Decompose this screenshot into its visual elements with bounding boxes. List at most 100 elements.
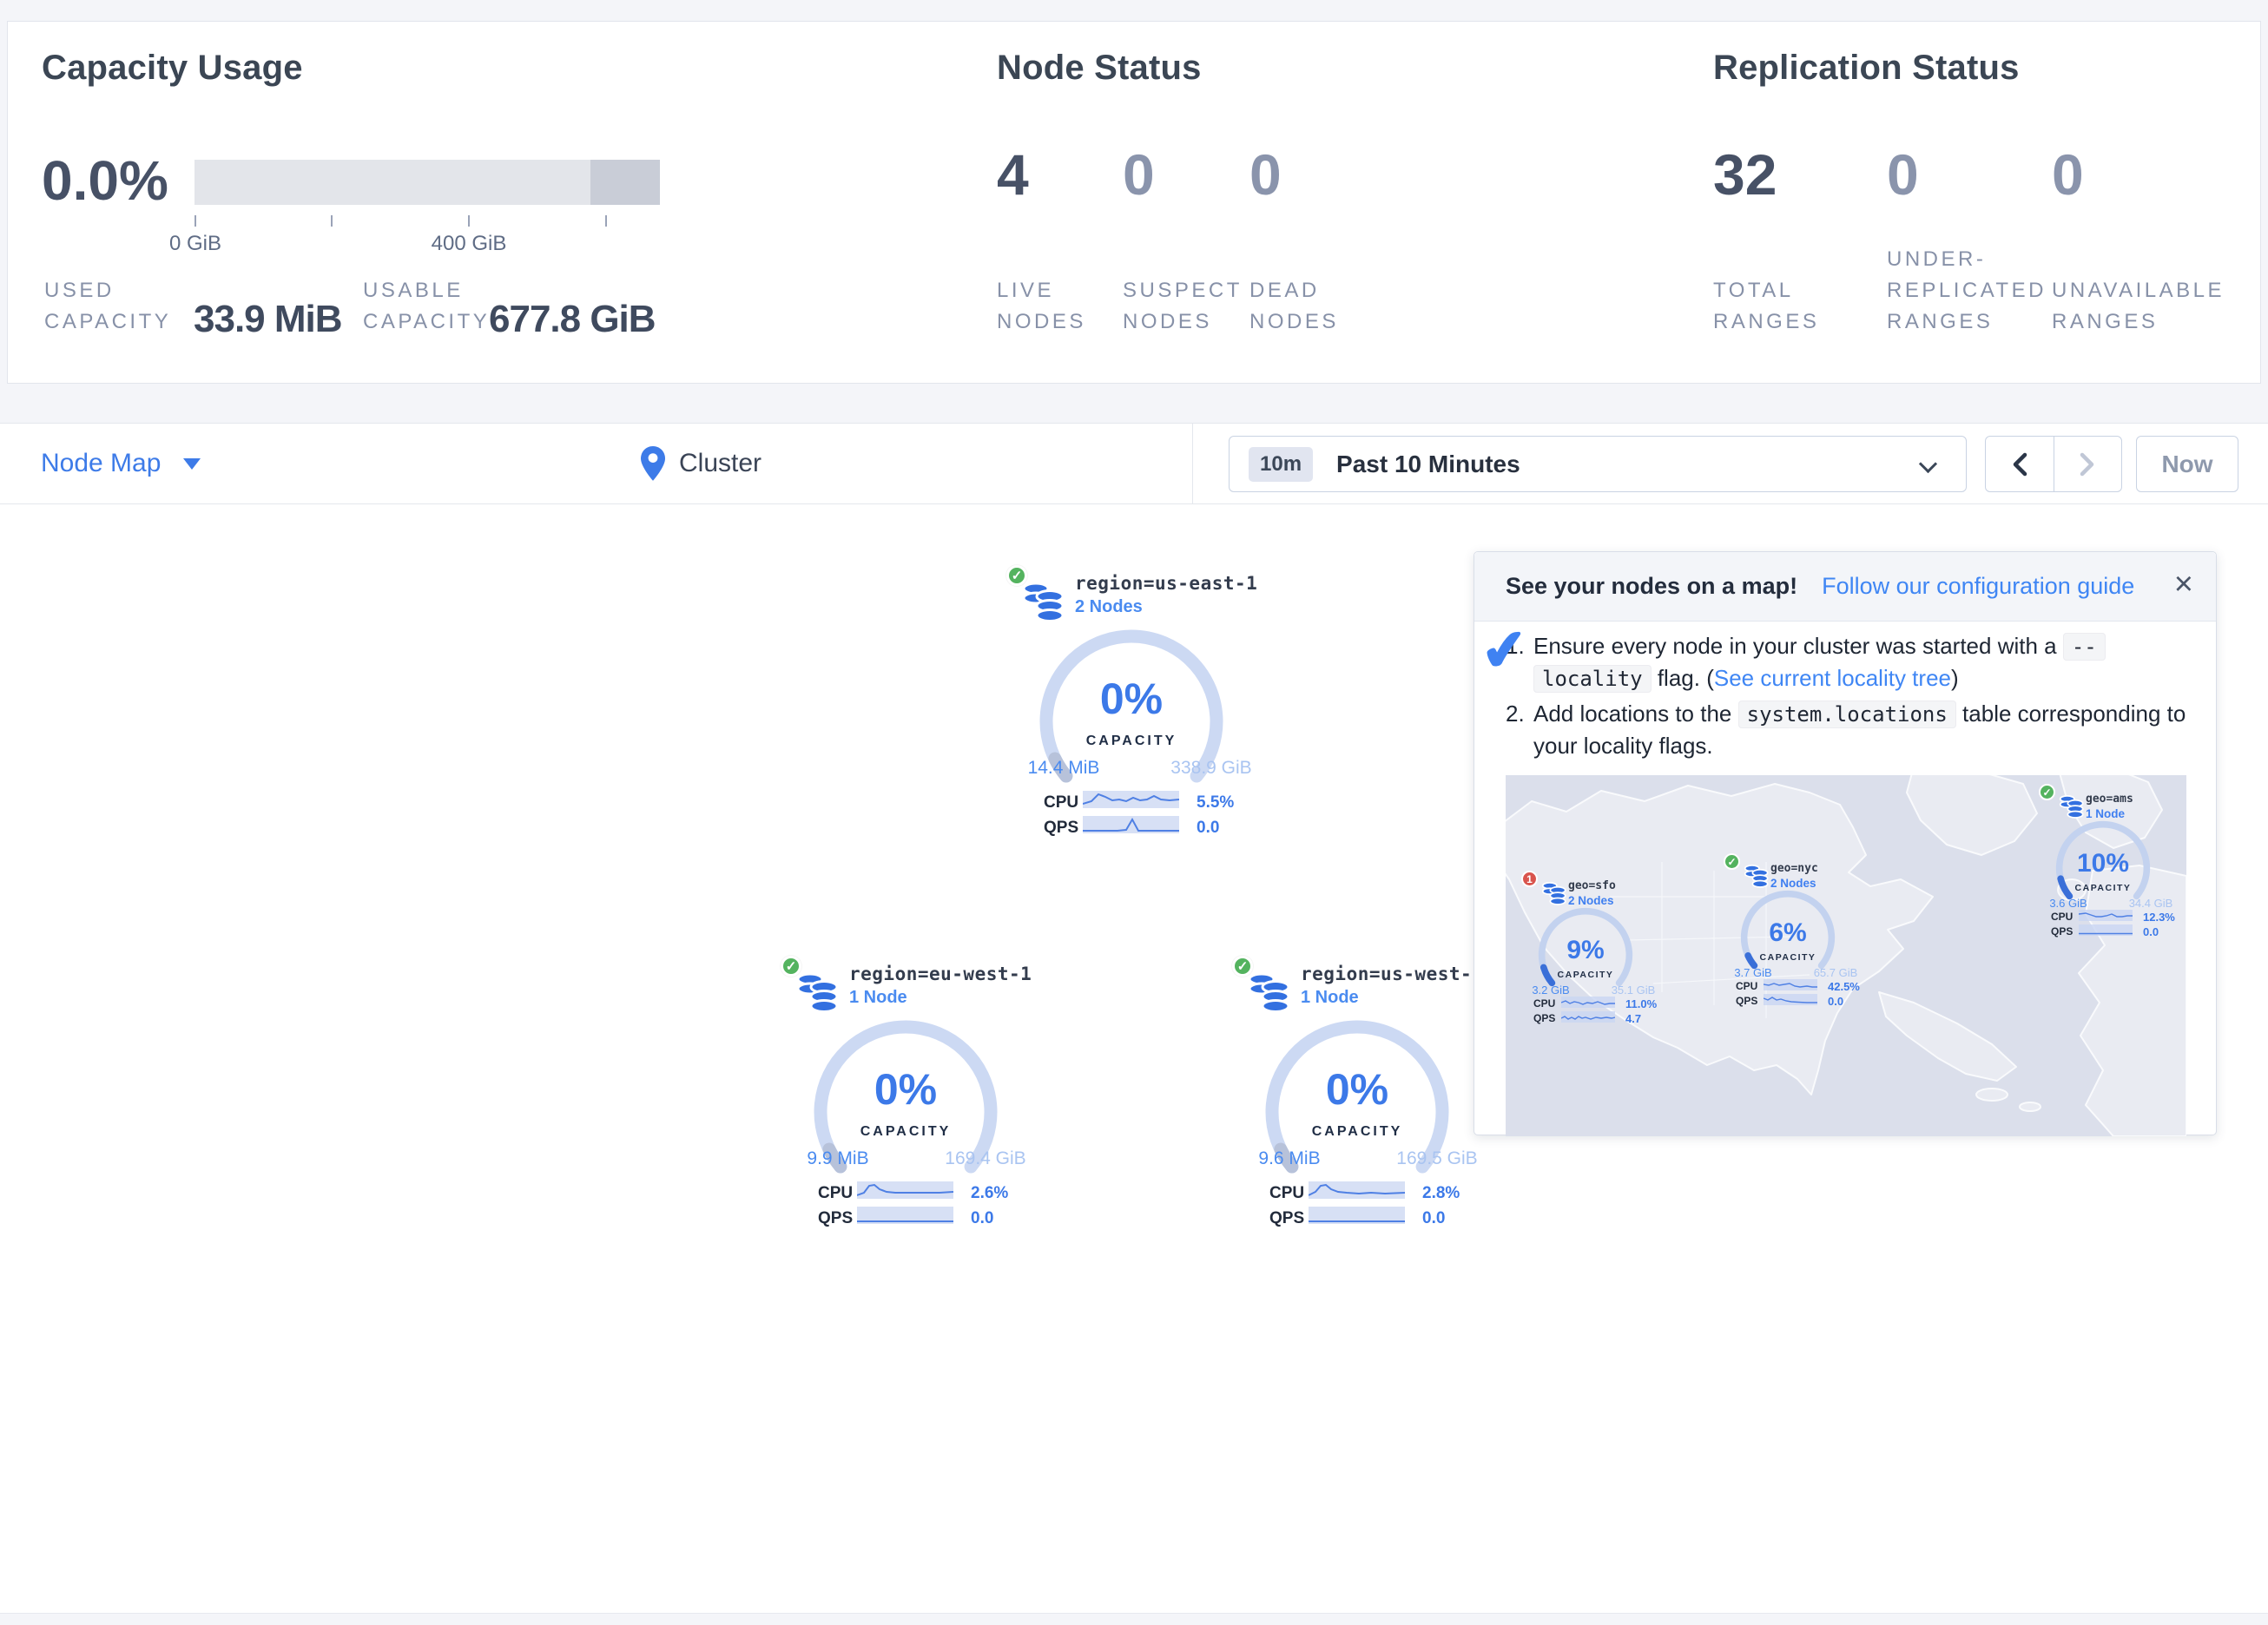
under-replicated-ranges-label: UNDER- REPLICATED RANGES	[1887, 244, 2047, 338]
breadcrumb[interactable]: Cluster	[640, 424, 761, 503]
code-chip: system.locations	[1738, 701, 1956, 728]
total-ranges-count: 32	[1713, 141, 1777, 207]
cpu-label: CPU	[1044, 793, 1078, 812]
cluster-overview-page: Capacity Usage 0.0% 0 GiB 400 GiB USED C…	[0, 0, 2268, 1625]
qps-value: 0.0	[2143, 925, 2159, 938]
qps-sparkline	[1083, 816, 1179, 833]
total-value: 35.1 GiB	[1594, 984, 1672, 997]
capacity-caption: CAPACITY	[2054, 883, 2153, 893]
setup-step-2: 2. Add locations to the system.locations…	[1506, 698, 2205, 761]
now-button[interactable]: Now	[2136, 436, 2238, 492]
cpu-value: 2.8%	[1422, 1184, 1460, 1203]
view-toolbar: Node Map Cluster 10m Past 10 Minutes	[0, 423, 2268, 504]
qps-sparkline	[2079, 924, 2133, 936]
capacity-caption: CAPACITY	[1536, 970, 1635, 980]
cpu-sparkline	[2079, 910, 2133, 921]
database-nodes-icon	[795, 970, 841, 1014]
qps-sparkline	[857, 1207, 953, 1224]
time-forward-button[interactable]	[2054, 437, 2122, 491]
region-block-us-west-1[interactable]: ✓ region=us-west-1 1 Node 0% CAPACITY 9.…	[1216, 946, 1511, 1246]
capacity-tick	[468, 215, 470, 227]
qps-value: 0.0	[971, 1209, 993, 1228]
used-value: 9.6 MiB	[1220, 1148, 1359, 1169]
qps-label: QPS	[1044, 819, 1078, 838]
used-value: 3.7 GiB	[1717, 966, 1790, 979]
region-block-us-east-1[interactable]: ✓ region=us-east-1 2 Nodes 0% CAPACITY 1…	[990, 556, 1285, 855]
locality-label: geo=nyc	[1770, 862, 1818, 875]
region-nodes-link[interactable]: 1 Node	[1301, 988, 1359, 1008]
time-range-label: Past 10 Minutes	[1336, 451, 1520, 478]
region-nodes-link[interactable]: 2 Nodes	[1075, 597, 1143, 617]
chevron-down-icon	[1919, 455, 1937, 473]
panel-header: See your nodes on a map! Follow our conf…	[1474, 552, 2216, 622]
region-locality-label: region=eu-west-1	[849, 964, 1032, 984]
qps-label: QPS	[1736, 995, 1757, 1007]
view-selector-dropdown[interactable]: Node Map	[41, 424, 201, 503]
replication-status-title: Replication Status	[1713, 49, 2020, 88]
qps-label: QPS	[2051, 925, 2073, 938]
cpu-sparkline	[1561, 997, 1615, 1008]
live-nodes-count: 4	[997, 141, 1029, 207]
region-nodes-link[interactable]: 1 Node	[849, 988, 907, 1008]
unavailable-ranges-count: 0	[2052, 141, 2084, 207]
code-chip: locality	[1533, 665, 1652, 693]
qps-sparkline	[1764, 994, 1817, 1005]
capacity-used-percent: 0.0%	[42, 148, 168, 213]
suspect-nodes-label: SUSPECT NODES	[1123, 275, 1243, 338]
time-back-button[interactable]	[1986, 437, 2054, 491]
healthy-check-badge: ✓	[2039, 784, 2055, 800]
time-scale-badge: 10m	[1249, 447, 1313, 482]
used-capacity-value: 33.9 MiB	[194, 298, 342, 341]
unavailable-ranges-label: UNAVAILABLE RANGES	[2052, 275, 2225, 338]
total-value: 169.5 GiB	[1359, 1148, 1515, 1169]
under-replicated-ranges-count: 0	[1887, 141, 1919, 207]
panel-title: See your nodes on a map!	[1506, 573, 1797, 600]
locality-tree-link[interactable]: See current locality tree	[1714, 665, 1951, 691]
capacity-caption: CAPACITY	[1738, 952, 1837, 963]
step-text: Add locations to the	[1533, 701, 1731, 727]
healthy-check-badge: ✓	[781, 956, 801, 977]
qps-label: QPS	[818, 1209, 853, 1228]
qps-value: 0.0	[1828, 995, 1843, 1008]
cluster-summary-bar: Capacity Usage 0.0% 0 GiB 400 GiB USED C…	[7, 21, 2261, 384]
database-nodes-icon	[1541, 880, 1567, 906]
code-chip: --	[2063, 633, 2106, 661]
total-value: 65.7 GiB	[1797, 966, 1875, 979]
location-pin-icon	[640, 445, 666, 482]
database-nodes-icon	[2059, 793, 2085, 819]
usable-capacity-label: USABLE CAPACITY	[363, 275, 490, 338]
step-text: flag. (	[1658, 665, 1714, 691]
database-nodes-icon	[1744, 863, 1770, 889]
close-icon[interactable]: ×	[2174, 568, 2193, 601]
qps-label: QPS	[1269, 1209, 1304, 1228]
region-locality-label: region=us-west-1	[1301, 964, 1483, 984]
capacity-bar	[194, 160, 660, 205]
usable-capacity-value: 677.8 GiB	[489, 298, 656, 341]
nodes-on-map-panel: See your nodes on a map! Follow our conf…	[1474, 551, 2217, 1135]
capacity-percent: 10%	[2054, 849, 2153, 878]
cpu-value: 2.6%	[971, 1184, 1008, 1203]
suspect-nodes-count: 0	[1123, 141, 1155, 207]
capacity-usage-title: Capacity Usage	[42, 49, 303, 88]
configuration-guide-link[interactable]: Follow our configuration guide	[1822, 573, 2134, 600]
time-range-dropdown[interactable]: 10m Past 10 Minutes	[1229, 436, 1967, 492]
cpu-label: CPU	[818, 1184, 853, 1203]
dead-nodes-count: 0	[1249, 141, 1282, 207]
step-number: 2.	[1506, 698, 1525, 729]
region-block-eu-west-1[interactable]: ✓ region=eu-west-1 1 Node 0% CAPACITY 9.…	[764, 946, 1059, 1246]
capacity-tick-label-400: 400 GiB	[417, 232, 521, 256]
capacity-percent: 0%	[1038, 674, 1225, 724]
cpu-sparkline	[1083, 791, 1179, 808]
map-node-geo-nyc: ✓ geo=nyc 2 Nodes 6%	[1715, 845, 1889, 1018]
total-value: 169.4 GiB	[907, 1148, 1064, 1169]
map-node-geo-ams: ✓ geo=ams 1 Node 10%	[2030, 775, 2186, 949]
region-locality-label: region=us-east-1	[1075, 573, 1257, 594]
capacity-tick	[331, 215, 333, 227]
total-ranges-label: TOTAL RANGES	[1713, 275, 1819, 338]
healthy-check-badge: ✓	[1232, 956, 1253, 977]
capacity-percent: 0%	[812, 1064, 999, 1115]
setup-step-1: 1. Ensure every node in your cluster was…	[1506, 630, 2205, 694]
example-map-illustration: 1 geo=sfo 2 Nodes 9%	[1506, 775, 2186, 1136]
cpu-label: CPU	[1736, 980, 1757, 992]
capacity-percent: 0%	[1263, 1064, 1451, 1115]
